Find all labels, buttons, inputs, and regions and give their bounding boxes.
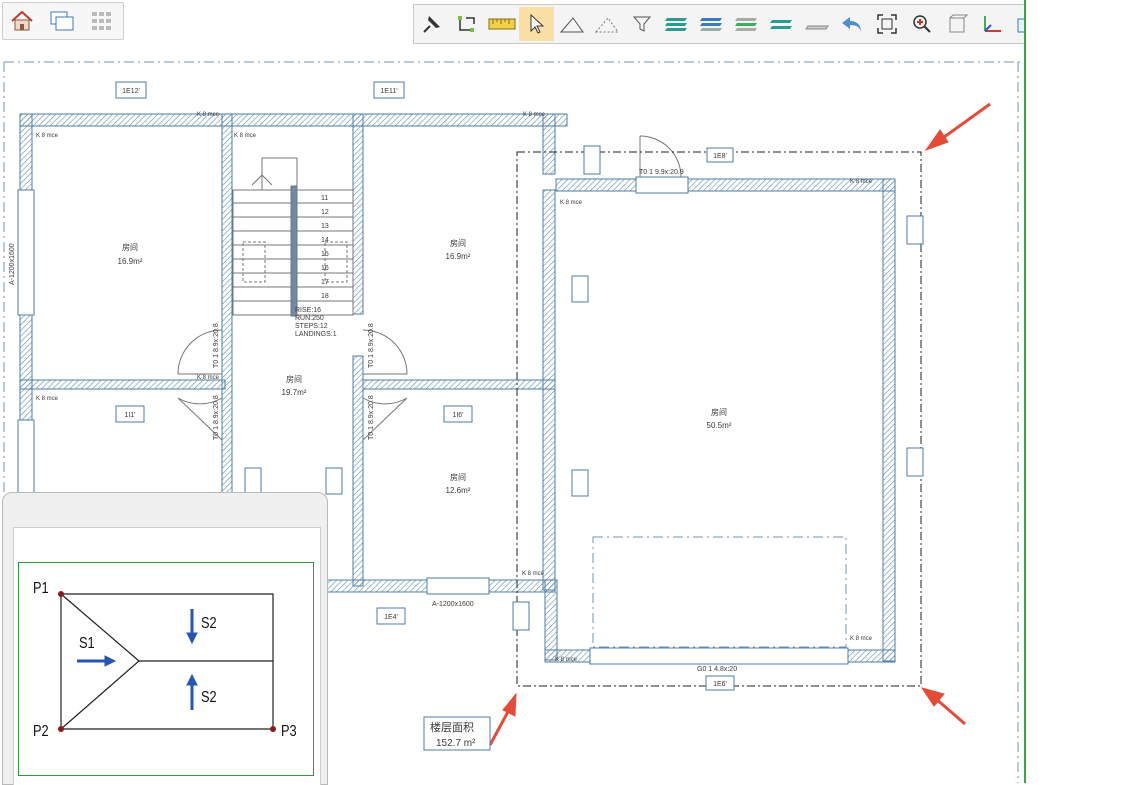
tag-label: 1E4' [384, 614, 398, 621]
wall-label: K 8 mce [36, 396, 59, 402]
wall-label: K 8 mce [197, 112, 220, 118]
door-label: T0 1 8.9x:20.8 [213, 395, 220, 440]
door-label: T0 1 8.9x:20.8 [368, 323, 375, 368]
panel-content: P1 P2 P3 S1 S2 S2 [13, 527, 321, 785]
wall-label: K 8 mce [850, 636, 873, 642]
floor-area-label: 楼层面积 [430, 720, 474, 734]
tag-label: 1I6' [452, 412, 463, 419]
roof-diagram: P1 P2 P3 S1 S2 S2 [18, 562, 314, 776]
window-bottom[interactable] [426, 577, 490, 595]
stair-step-label: 13 [321, 223, 329, 230]
floor-area-tag[interactable]: 楼层面积 152.7 m² [423, 716, 491, 751]
window-left-1[interactable] [17, 189, 35, 316]
room-label: 房间 [711, 407, 727, 417]
tag-label: 1E8' [713, 153, 727, 160]
stair-step-label: 11 [321, 195, 328, 202]
room-area: 12.6m² [446, 486, 471, 495]
label-p3: P3 [281, 723, 297, 740]
right-panel [1026, 0, 1147, 783]
stair-rise: RISE:16 [295, 307, 321, 314]
room-label: 房间 [122, 242, 138, 252]
door-label: T0 1 8.9x:20.8 [368, 395, 375, 440]
label-p1: P1 [33, 580, 49, 597]
label-s2-top: S2 [201, 615, 217, 632]
stair-step-label: 15 [321, 251, 329, 258]
window-label: A-1200x1600 [9, 243, 16, 285]
room-area: 50.5m² [707, 421, 732, 430]
wall-label: K 8 mce [850, 179, 873, 185]
parking-bay [592, 536, 847, 648]
room-label: 房间 [286, 374, 302, 384]
point-p3[interactable] [270, 726, 276, 732]
room-area: 19.7m² [282, 388, 307, 397]
selection-rectangle[interactable] [516, 151, 922, 687]
window-left-2[interactable] [17, 419, 35, 496]
door-label: T0 1 8.9x:20.8 [213, 323, 220, 368]
stair-step-label: 14 [321, 237, 329, 244]
floor-area-value: 152.7 m² [436, 738, 476, 749]
label-s1: S1 [79, 635, 95, 652]
point-p1[interactable] [58, 591, 64, 597]
wall-label: K 8 mce [522, 571, 545, 577]
door-label: G0 1 4.8x:20 [697, 666, 737, 673]
wall-label: K 8 mce [197, 375, 220, 381]
tag-label: 1E12' [122, 88, 140, 95]
stair-step-label: 18 [321, 293, 329, 300]
stair-steps: STEPS:12 [295, 323, 328, 330]
tag-label: 1I1' [124, 412, 135, 419]
label-p2: P2 [33, 723, 49, 740]
wall-label: K 8 mce [555, 657, 578, 663]
stair-step-label: 17 [321, 279, 329, 286]
wall-label: K 8 mce [560, 200, 583, 206]
wall-label: K 8 mce [234, 133, 257, 139]
door-label: T0 1 9.9x:20.9 [639, 169, 684, 176]
point-p2[interactable] [58, 726, 64, 732]
wall-label: K 8 mce [36, 133, 59, 139]
stair-step-label: 16 [321, 265, 329, 272]
stair[interactable] [232, 157, 354, 317]
stair-step-label: 12 [321, 209, 329, 216]
tag-label: 1E11' [380, 88, 397, 95]
room-area: 16.9m² [118, 257, 143, 266]
wall-label: K 8 mce [523, 112, 546, 118]
garage-door[interactable] [589, 647, 849, 665]
roof-diagram-panel: P1 P2 P3 S1 S2 S2 [2, 492, 328, 785]
tag-label: 1E6' [713, 681, 727, 688]
stair-landings: LANDINGS:1 [295, 331, 337, 338]
label-s2-bottom: S2 [201, 689, 217, 706]
stair-run: RUN:250 [295, 315, 324, 322]
door-top[interactable] [635, 176, 689, 194]
window-label: A-1200x1600 [432, 601, 474, 608]
room-label: 房间 [450, 472, 466, 482]
room-label: 房间 [450, 238, 466, 248]
room-area: 16.9m² [446, 252, 471, 261]
